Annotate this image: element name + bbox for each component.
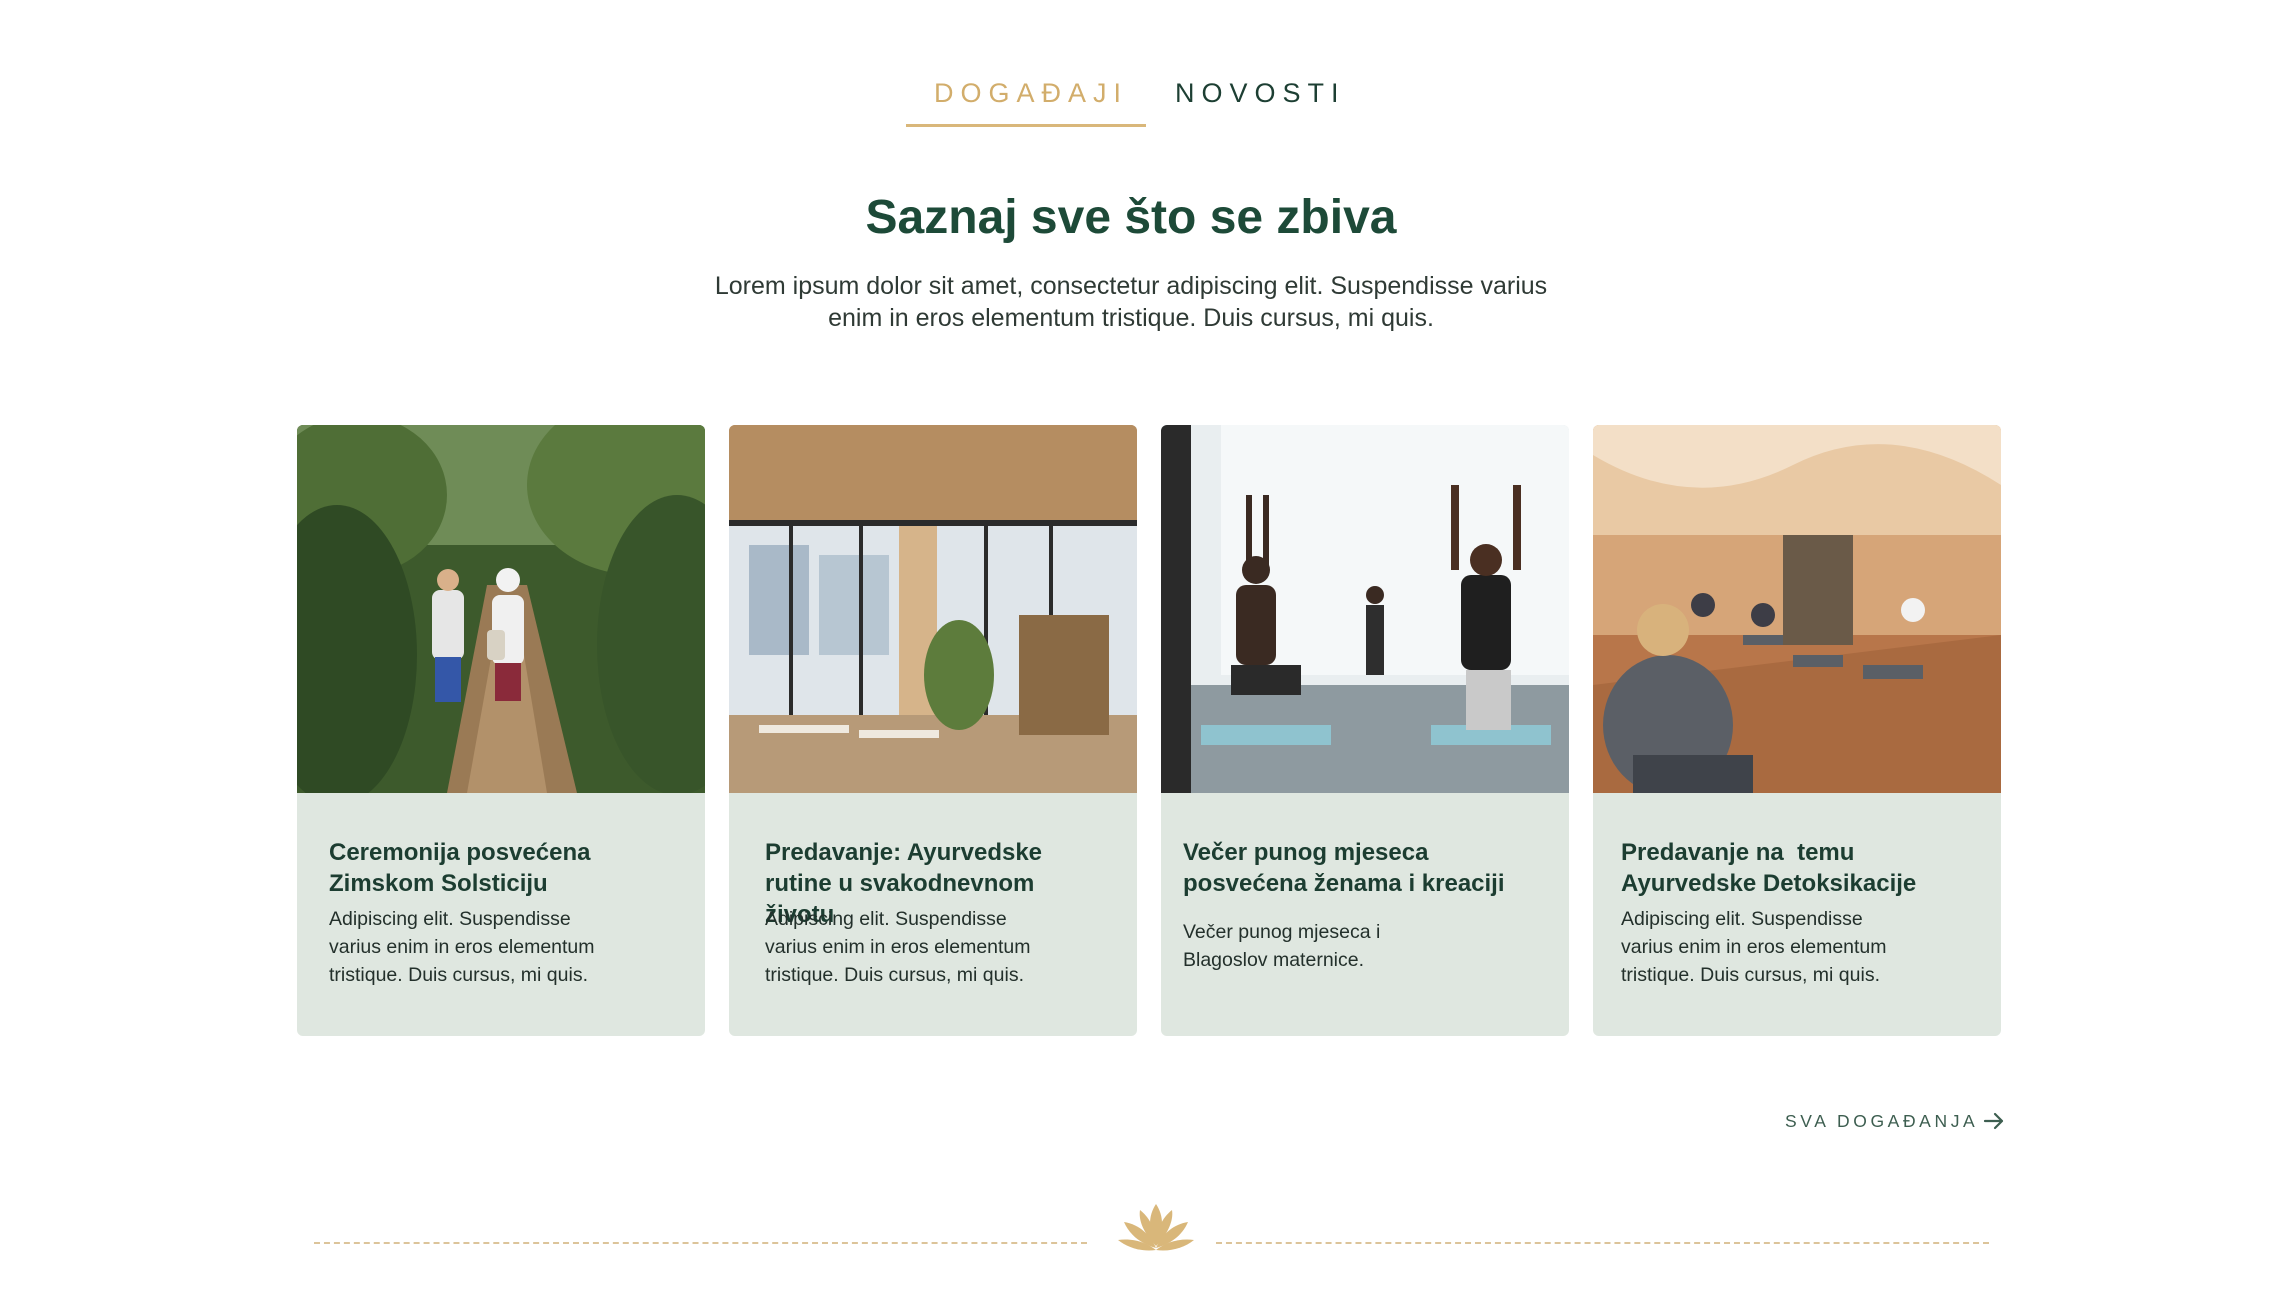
event-card[interactable]: Ceremonija posvećena Zimskom Solsticiju … xyxy=(297,425,705,1036)
event-card-title-line: Večer punog mjeseca xyxy=(1183,839,1429,866)
section-tabs: DOGAĐAJI NOVOSTI xyxy=(0,78,2286,130)
event-card-description: Večer punog mjeseca i Blagoslov maternic… xyxy=(1183,918,1523,974)
lotus-icon xyxy=(1118,1204,1194,1251)
event-card-description: Adipiscing elit. Suspendisse varius enim… xyxy=(765,905,1105,989)
event-card-title-line: Zimskom Solsticiju xyxy=(329,870,548,897)
event-card-title-line: Predavanje: Ayurvedske xyxy=(765,839,1043,866)
section-intro-line: Lorem ipsum dolor sit amet, consectetur … xyxy=(714,272,1548,300)
event-card-text-line: Adipiscing elit. Suspendisse xyxy=(329,908,571,930)
section-intro-line: enim in eros elementum tristique. Duis c… xyxy=(828,304,1434,332)
event-card-text-line: varius enim in eros elementum xyxy=(329,936,595,958)
event-card-description: Adipiscing elit. Suspendisse varius enim… xyxy=(329,905,669,989)
divider-line-left xyxy=(314,1242,1087,1244)
active-tab-indicator xyxy=(906,124,1146,127)
event-card-description: Adipiscing elit. Suspendisse varius enim… xyxy=(1621,905,1961,989)
all-events-link-label: SVA DOGAĐANJA xyxy=(1785,1110,1979,1131)
yoga-class-photo xyxy=(1161,425,1569,793)
event-card-text-line: varius enim in eros elementum xyxy=(765,936,1031,958)
event-card[interactable]: Večer punog mjeseca posvećena ženama i k… xyxy=(1161,425,1569,1036)
event-card-title-line: rutine u svakodnevnom xyxy=(765,870,1035,897)
event-card-title-line: Predavanje na temu xyxy=(1621,839,1855,866)
event-card[interactable]: Predavanje: Ayurvedske rutine u svakodne… xyxy=(729,425,1137,1036)
event-card[interactable]: Predavanje na temu Ayurvedske Detoksikac… xyxy=(1593,425,2001,1036)
section-intro: Lorem ipsum dolor sit amet, consectetur … xyxy=(643,270,1619,334)
cafe-interior-photo xyxy=(729,425,1137,793)
event-card-title[interactable]: Večer punog mjeseca posvećena ženama i k… xyxy=(1183,837,1539,899)
event-card-text-line: Adipiscing elit. Suspendisse xyxy=(1621,908,1863,930)
event-card-text-line: varius enim in eros elementum xyxy=(1621,936,1887,958)
event-card-text-line: tristique. Duis cursus, mi quis. xyxy=(765,964,1024,986)
divider-line-right xyxy=(1216,1242,1989,1244)
all-events-link[interactable]: SVA DOGAĐANJA xyxy=(1785,1107,2005,1135)
event-card-text-line: Večer punog mjeseca i xyxy=(1183,921,1381,943)
event-card-title-line: Ayurvedske Detoksikacije xyxy=(1621,870,1917,897)
tab-events[interactable]: DOGAĐAJI xyxy=(934,78,1128,109)
forest-trail-photo xyxy=(297,425,705,793)
event-card-text-line: tristique. Duis cursus, mi quis. xyxy=(329,964,588,986)
event-card-text-line: Adipiscing elit. Suspendisse xyxy=(765,908,1007,930)
event-card-text-line: tristique. Duis cursus, mi quis. xyxy=(1621,964,1880,986)
meditation-hall-photo xyxy=(1593,425,2001,793)
event-card-text-line: Blagoslov maternice. xyxy=(1183,949,1365,971)
event-card-title[interactable]: Ceremonija posvećena Zimskom Solsticiju xyxy=(329,837,685,899)
event-card-title-line: posvećena ženama i kreaciji xyxy=(1183,870,1505,897)
event-card-title-line: Ceremonija posvećena xyxy=(329,839,591,866)
tab-news[interactable]: NOVOSTI xyxy=(1175,78,1346,109)
arrow-right-icon xyxy=(1984,1112,2004,1130)
event-card-title[interactable]: Predavanje na temu Ayurvedske Detoksikac… xyxy=(1621,837,1977,899)
section-title: Saznaj sve što se zbiva xyxy=(865,191,1397,244)
